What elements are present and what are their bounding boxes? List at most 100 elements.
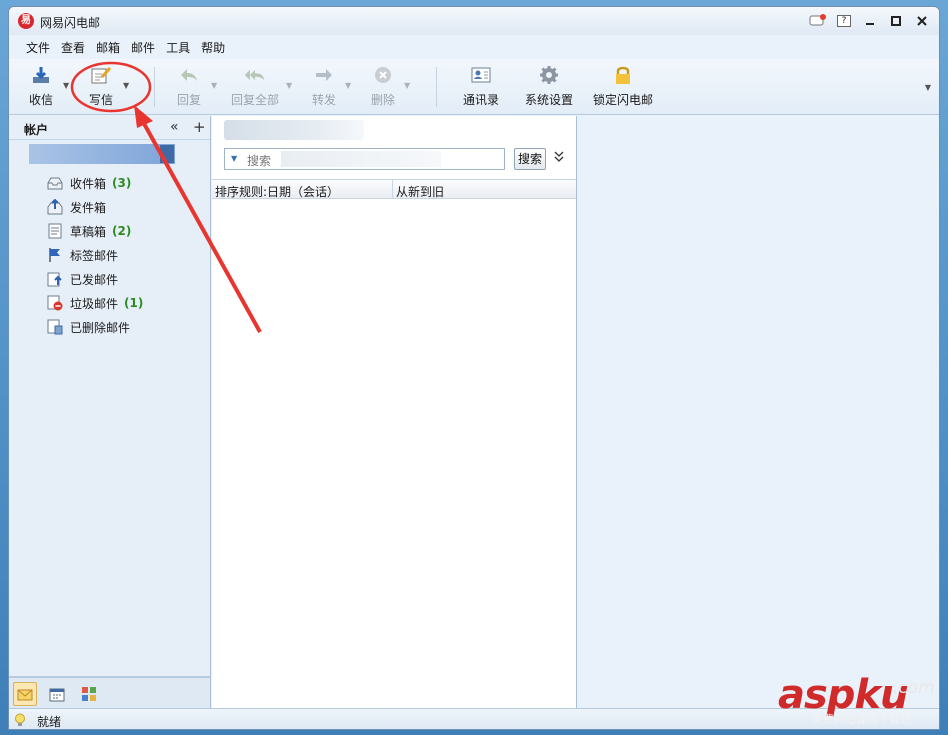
compose-label: 写信 (88, 93, 113, 107)
reply-dropdown-icon[interactable]: ▼ (211, 81, 217, 90)
sort-order-column[interactable]: 从新到旧 (396, 183, 444, 200)
folder-outbox[interactable]: 发件箱 (47, 196, 112, 218)
menu-view[interactable]: 查看 (60, 37, 91, 57)
folder-deleted[interactable]: 已删除邮件 (47, 316, 136, 338)
folder-label: 发件箱 (70, 200, 107, 215)
unread-count: (3) (112, 176, 132, 190)
spam-icon (47, 295, 63, 311)
sort-header: 排序规则:日期（会话） 从新到旧 (212, 179, 576, 199)
folder-label: 已删除邮件 (70, 320, 131, 335)
minimize-button[interactable] (859, 12, 881, 30)
forward-button[interactable]: 转发 (309, 65, 339, 108)
watermark-logo: aspku .com 免费网站源码下载站 (778, 672, 935, 726)
search-input[interactable]: ▼ 搜索 (224, 148, 505, 170)
reply-all-button[interactable]: 回复全部 (229, 65, 281, 108)
sidebar-title: 帐户 (24, 123, 49, 137)
folder-flagged[interactable]: 标签邮件 (47, 244, 124, 266)
toolbar: 收信 ▼ 写信 ▼ 回复 ▼ 回复全部 ▼ 转发 ▼ 删除 ▼ 通讯录 系统设置… (9, 59, 939, 115)
sort-rule-column[interactable]: 排序规则:日期（会话） (215, 183, 339, 200)
inbox-icon (47, 175, 63, 191)
folder-label: 草稿箱 (70, 224, 107, 239)
maximize-button[interactable] (885, 12, 907, 30)
menu-file[interactable]: 文件 (25, 37, 56, 57)
compose-pencil-icon (90, 65, 112, 85)
account-item-blurred[interactable] (29, 144, 175, 164)
window-title: 网易闪电邮 (40, 16, 101, 30)
lightbulb-icon (14, 713, 26, 729)
toolbar-overflow-icon[interactable]: ▼ (925, 83, 931, 92)
receive-label: 收信 (28, 93, 53, 107)
calendar-view-icon[interactable] (45, 682, 69, 706)
receive-button[interactable]: 收信 (26, 65, 56, 108)
watermark-domain: .com (893, 678, 935, 698)
menu-help[interactable]: 帮助 (200, 37, 231, 57)
compose-button[interactable]: 写信 (86, 65, 116, 108)
drafts-icon (47, 223, 63, 239)
title-bar: 易 网易闪电邮 ? (9, 7, 939, 35)
flag-icon (47, 247, 63, 263)
folder-label: 收件箱 (70, 176, 107, 191)
compose-dropdown-icon[interactable]: ▼ (123, 81, 129, 90)
search-filter-dropdown-icon[interactable]: ▼ (231, 154, 237, 163)
lock-client-button[interactable]: 锁定闪电邮 (591, 65, 655, 108)
unread-count: (1) (124, 296, 144, 310)
reading-pane (578, 116, 939, 708)
reply-button[interactable]: 回复 (174, 65, 204, 108)
menu-tools[interactable]: 工具 (165, 37, 196, 57)
expand-search-icon[interactable] (554, 151, 564, 166)
folder-drafts[interactable]: 草稿箱 (2) (47, 220, 131, 242)
column-divider (392, 180, 393, 199)
folder-sidebar: 帐户 « + 收件箱 (3) 发件箱 草稿箱 (2) 标签邮件 已发邮件 垃圾邮… (9, 116, 211, 708)
add-account-icon[interactable]: + (193, 118, 206, 136)
reply-all-dropdown-icon[interactable]: ▼ (286, 81, 292, 90)
lock-icon (612, 65, 634, 85)
folder-sent[interactable]: 已发邮件 (47, 268, 124, 290)
contacts-label: 通讯录 (462, 93, 499, 107)
menu-mailbox[interactable]: 邮箱 (95, 37, 126, 57)
contacts-button[interactable]: 通讯录 (461, 65, 501, 108)
reply-arrow-icon (178, 65, 200, 85)
account-item-selection (160, 145, 174, 163)
delete-x-icon (372, 65, 394, 85)
folder-spam[interactable]: 垃圾邮件 (1) (47, 292, 143, 314)
trash-icon (47, 319, 63, 335)
app-window: 易 网易闪电邮 ? 文件 查看 邮箱 邮件 工具 帮助 收信 ▼ 写信 ▼ 回复… (8, 6, 940, 730)
unread-count: (2) (112, 224, 132, 238)
system-settings-label: 系统设置 (524, 93, 573, 107)
sidebar-header: 帐户 « + (9, 116, 210, 140)
folder-label: 垃圾邮件 (70, 296, 119, 311)
delete-label: 删除 (370, 93, 395, 107)
forward-label: 转发 (311, 93, 336, 107)
help-button[interactable]: ? (833, 12, 855, 30)
delete-dropdown-icon[interactable]: ▼ (404, 81, 410, 90)
mailbox-name-blurred (224, 120, 364, 140)
address-book-icon (470, 65, 492, 85)
forward-dropdown-icon[interactable]: ▼ (345, 81, 351, 90)
receive-dropdown-icon[interactable]: ▼ (63, 81, 69, 90)
folder-inbox[interactable]: 收件箱 (3) (47, 172, 131, 194)
download-icon (30, 65, 52, 85)
window-controls: ? (807, 12, 933, 30)
reply-label: 回复 (176, 93, 201, 107)
watermark-subtitle: 免费网站源码下载站 (812, 713, 911, 726)
system-settings-button[interactable]: 系统设置 (523, 65, 575, 108)
mail-view-icon[interactable] (13, 682, 37, 706)
reply-all-arrow-icon (244, 65, 266, 85)
apps-view-icon[interactable] (77, 682, 101, 706)
collapse-sidebar-icon[interactable]: « (170, 119, 179, 135)
message-notify-icon[interactable] (807, 12, 829, 30)
delete-button[interactable]: 删除 (368, 65, 398, 108)
gear-icon (538, 65, 560, 85)
forward-arrow-icon (313, 65, 335, 85)
close-button[interactable] (911, 12, 933, 30)
reply-all-label: 回复全部 (230, 93, 279, 107)
mail-list-pane: ▼ 搜索 搜索 排序规则:日期（会话） 从新到旧 (212, 116, 577, 708)
status-text: 就绪 (37, 715, 62, 729)
lock-client-label: 锁定闪电邮 (592, 93, 653, 107)
outbox-icon (47, 199, 63, 215)
search-text-blurred (281, 151, 441, 167)
folder-label: 标签邮件 (70, 248, 119, 263)
folder-label: 已发邮件 (70, 272, 119, 287)
search-button[interactable]: 搜索 (514, 148, 546, 170)
menu-mail[interactable]: 邮件 (130, 37, 161, 57)
